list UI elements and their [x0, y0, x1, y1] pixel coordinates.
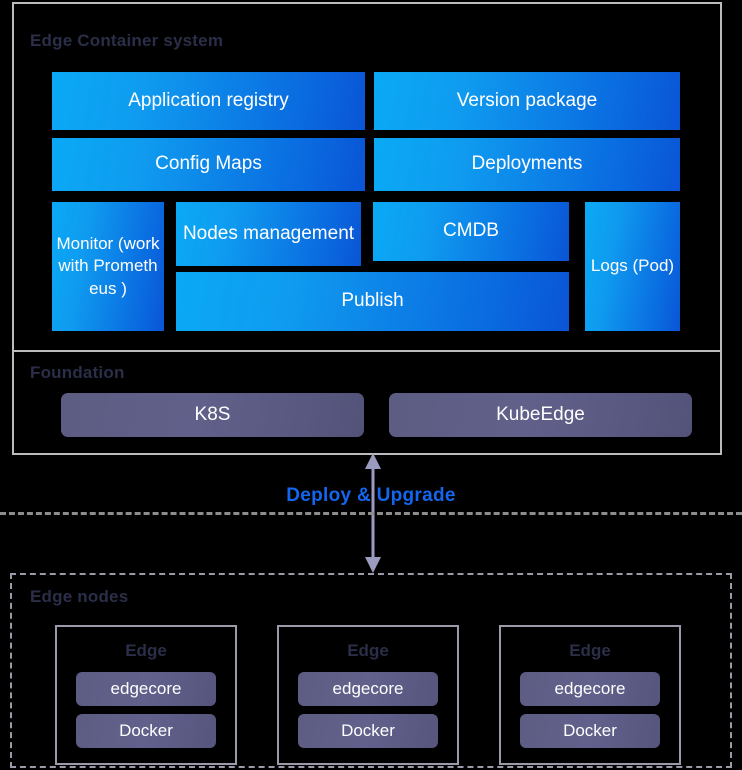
tile-logs[interactable]: Logs (Pod) — [585, 202, 680, 331]
tile-nodes-management[interactable]: Nodes management — [176, 202, 361, 266]
section-divider — [12, 350, 722, 352]
tile-edgecore[interactable]: edgecore — [520, 672, 660, 706]
tile-k8s[interactable]: K8S — [61, 393, 364, 437]
edge-node-label: Edge — [569, 641, 611, 660]
tile-edgecore[interactable]: edgecore — [298, 672, 438, 706]
tile-kubeedge[interactable]: KubeEdge — [389, 393, 692, 437]
tile-application-registry[interactable]: Application registry — [52, 72, 365, 130]
edge-nodes-title: Edge nodes — [30, 587, 129, 606]
foundation-title: Foundation — [30, 363, 125, 382]
tile-publish[interactable]: Publish — [176, 272, 569, 331]
tile-docker[interactable]: Docker — [298, 714, 438, 748]
tile-docker[interactable]: Docker — [76, 714, 216, 748]
edge-node-card[interactable]: Edge edgecore Docker — [277, 625, 459, 765]
edge-node-card[interactable]: Edge edgecore Docker — [55, 625, 237, 765]
tile-monitor[interactable]: Monitor (work with Prometh eus ) — [52, 202, 164, 331]
tile-edgecore[interactable]: edgecore — [76, 672, 216, 706]
tile-config-maps[interactable]: Config Maps — [52, 138, 365, 191]
edge-node-label: Edge — [125, 641, 167, 660]
tile-docker[interactable]: Docker — [520, 714, 660, 748]
tile-cmdb[interactable]: CMDB — [373, 202, 569, 261]
architecture-diagram: Edge Container system Application regist… — [0, 0, 742, 770]
edge-node-card[interactable]: Edge edgecore Docker — [499, 625, 681, 765]
tile-deployments[interactable]: Deployments — [374, 138, 680, 191]
tile-version-package[interactable]: Version package — [374, 72, 680, 130]
edge-container-system-title: Edge Container system — [30, 31, 224, 50]
dashed-separator — [0, 512, 742, 515]
edge-node-label: Edge — [347, 641, 389, 660]
